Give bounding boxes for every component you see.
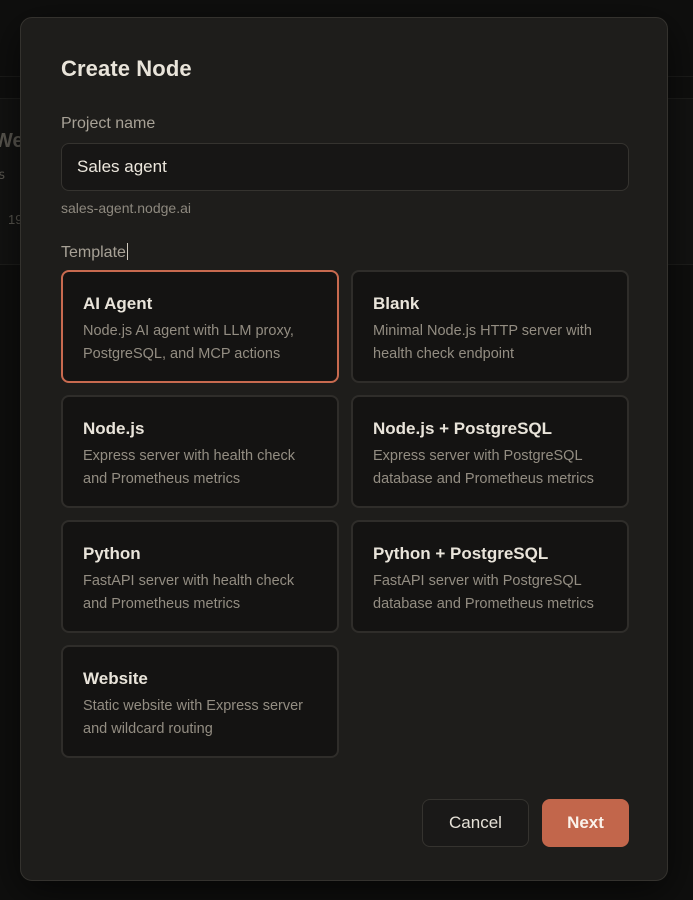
template-label-wrap: Template: [61, 243, 128, 262]
template-description: Minimal Node.js HTTP server with health …: [373, 323, 592, 362]
template-label: Template: [61, 244, 126, 261]
template-description: FastAPI server with PostgreSQL database …: [373, 573, 594, 612]
cancel-button[interactable]: Cancel: [422, 799, 529, 847]
template-description: Express server with health check and Pro…: [83, 448, 295, 487]
template-card-nodejs[interactable]: Node.js Express server with health check…: [61, 395, 339, 508]
next-button[interactable]: Next: [542, 799, 629, 847]
template-name: Python: [83, 544, 141, 563]
template-name: Python + PostgreSQL: [373, 544, 549, 563]
create-node-dialog: Create Node Project name sales-agent.nod…: [20, 17, 668, 881]
template-card-python-postgresql[interactable]: Python + PostgreSQL FastAPI server with …: [351, 520, 629, 633]
subdomain-preview: sales-agent.nodge.ai: [61, 200, 191, 216]
template-name: Blank: [373, 294, 420, 313]
template-card-python[interactable]: Python FastAPI server with health check …: [61, 520, 339, 633]
project-name-label: Project name: [61, 115, 156, 132]
background-card-subtitle: bs: [0, 168, 6, 183]
template-name: Node.js + PostgreSQL: [373, 419, 553, 438]
template-card-ai-agent[interactable]: AI Agent Node.js AI agent with LLM proxy…: [61, 270, 339, 383]
template-name: Node.js: [83, 419, 145, 438]
template-card-nodejs-postgresql[interactable]: Node.js + PostgreSQL Express server with…: [351, 395, 629, 508]
dialog-title: Create Node: [61, 56, 192, 81]
text-cursor: [126, 243, 128, 260]
template-description: Node.js AI agent with LLM proxy, Postgre…: [83, 323, 294, 362]
template-description: Express server with PostgreSQL database …: [373, 448, 594, 487]
project-name-input[interactable]: [61, 143, 629, 191]
template-name: AI Agent: [83, 294, 153, 313]
template-name: Website: [83, 669, 148, 688]
template-card-website[interactable]: Website Static website with Express serv…: [61, 645, 339, 758]
template-description: Static website with Express server and w…: [83, 698, 303, 737]
template-card-blank[interactable]: Blank Minimal Node.js HTTP server with h…: [351, 270, 629, 383]
template-description: FastAPI server with health check and Pro…: [83, 573, 295, 612]
